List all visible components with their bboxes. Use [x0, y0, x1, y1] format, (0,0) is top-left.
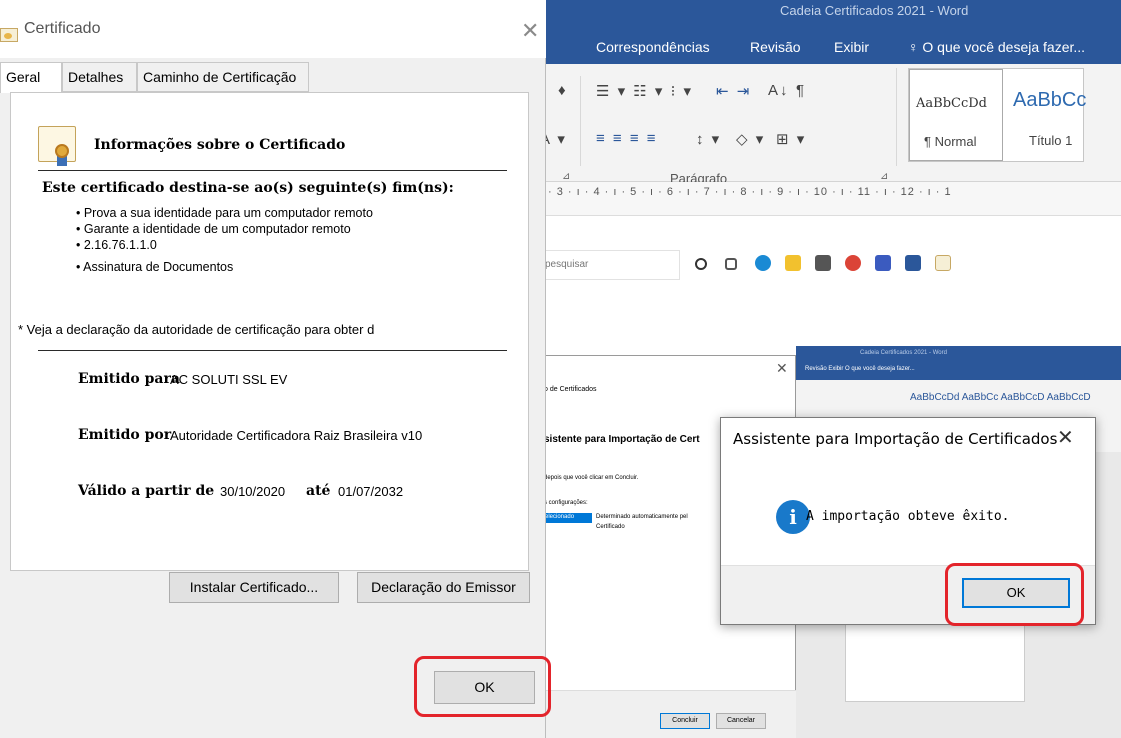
style-sample: AaBbCcDd — [916, 96, 987, 111]
word-menu-bar: Correspondências Revisão Exibir ♀ O que … — [540, 30, 1121, 64]
success-message: A importação obteve êxito. — [806, 509, 1010, 524]
close-icon[interactable]: ✕ — [521, 18, 539, 44]
certificate-icon — [0, 28, 18, 42]
inner-wizard-cert-cell: Certificado — [596, 524, 625, 530]
task-view-icon[interactable] — [725, 258, 737, 270]
mail-icon[interactable] — [815, 255, 831, 271]
valid-to-label: até — [306, 483, 331, 499]
file-explorer-icon[interactable] — [785, 255, 801, 271]
edge-icon[interactable] — [755, 255, 771, 271]
tab-detalhes[interactable]: Detalhes — [62, 62, 137, 92]
valid-from-label: Válido a partir de — [78, 483, 215, 499]
tell-me-label: O que você deseja fazer... — [922, 39, 1086, 55]
divider — [38, 350, 507, 351]
purpose-item: • Prova a sua identidade para um computa… — [76, 206, 373, 220]
inner-wizard-subtitle: o de Certificados — [544, 386, 597, 393]
tell-me-search[interactable]: ♀ O que você deseja fazer... — [908, 39, 1085, 55]
divider — [38, 170, 507, 171]
word-ribbon: ♦ A ▾ ☰ ▾ ☷ ▾ ⁝ ▾ ⇤ ⇥ A↓ ¶ ≡ ≡ ≡ ≡ ↕ ▾ ◇… — [540, 64, 1121, 186]
inner-wizard-selected-cell: Selecionado — [540, 513, 592, 523]
ribbon-separator — [580, 76, 581, 166]
menu-revisao[interactable]: Revisão — [750, 39, 801, 55]
issued-to-label: Emitido para — [78, 371, 180, 387]
purpose-item: • 2.16.76.1.1.0 — [76, 238, 157, 252]
menu-correspondencias[interactable]: Correspondências — [596, 39, 710, 55]
inner-wizard-config-label: s configurações: — [544, 500, 588, 506]
taskbar-search-input[interactable]: pesquisar — [540, 250, 680, 280]
lightbulb-icon: ♀ — [908, 39, 919, 55]
tab-geral[interactable]: Geral — [0, 62, 62, 93]
valid-to-value: 01/07/2032 — [338, 484, 404, 499]
style-titulo-name: Título 1 — [1029, 133, 1073, 148]
issued-by-value: Autoridade Certificadora Raiz Brasileira… — [170, 428, 423, 443]
inner-word-title: Cadeia Certificados 2021 - Word — [860, 350, 947, 356]
style-titulo-sample[interactable]: AaBbCc — [1013, 89, 1086, 112]
ca-statement-note: * Veja a declaração da autoridade de cer… — [18, 322, 375, 337]
ruler-marks: · 3 · ı · 4 · ı · 5 · ı · 6 · ı · 7 · ı … — [548, 186, 952, 198]
inner-cancelar-button: Cancelar — [716, 713, 766, 729]
align-buttons[interactable]: ≡ ≡ ≡ ≡ — [596, 130, 658, 147]
menu-exibir[interactable]: Exibir — [834, 39, 869, 55]
dialog-launcher-icon[interactable]: ⊿ — [562, 171, 570, 182]
styles-gallery: AaBbCcDd ¶ Normal AaBbCc Título 1 — [908, 68, 1086, 162]
success-dialog-title: Assistente para Importação de Certificad… — [733, 430, 1058, 448]
inner-word-header — [796, 346, 1121, 380]
valid-from-value: 30/10/2020 — [220, 484, 286, 499]
issuer-statement-button[interactable]: Declaração do Emissor — [357, 572, 530, 603]
cortana-icon[interactable] — [695, 258, 707, 270]
sort-icon[interactable]: A↓ — [768, 82, 790, 99]
certificate-dialog-title: Certificado — [24, 20, 101, 37]
inner-wizard-hint: depois que você clicar em Concluir. — [544, 475, 639, 481]
inner-styles: AaBbCcDd AaBbCc AaBbCcD AaBbCcD — [910, 392, 1091, 403]
certificate-info-heading: Informações sobre o Certificado — [94, 137, 346, 153]
inner-word-menu: Revisão Exibir O que você deseja fazer..… — [805, 366, 915, 372]
certificate-taskbar-icon[interactable] — [935, 255, 951, 271]
purpose-heading: Este certificado destina-se ao(s) seguin… — [42, 180, 454, 196]
app-icon[interactable] — [875, 255, 891, 271]
word-taskbar-icon[interactable] — [905, 255, 921, 271]
tab-caminho-certificacao[interactable]: Caminho de Certificação — [137, 62, 309, 92]
word-title: Cadeia Certificados 2021 - Word — [780, 3, 969, 18]
certificate-seal-icon — [55, 144, 69, 158]
list-buttons[interactable]: ☰ ▾ ☷ ▾ ⁝ ▾ — [596, 82, 693, 100]
highlight-annotation — [414, 656, 551, 717]
indent-icon[interactable]: ⇤ ⇥ — [716, 82, 751, 100]
highlight-annotation — [945, 563, 1084, 626]
inner-concluir-button: Concluir — [660, 713, 710, 729]
shading-icon[interactable]: ◇ ▾ — [736, 130, 765, 148]
info-icon: i — [776, 500, 810, 534]
style-normal[interactable]: AaBbCcDd ¶ Normal — [909, 69, 1003, 161]
purpose-item: • Garante a identidade de um computador … — [76, 222, 351, 236]
borders-icon[interactable]: ⊞ ▾ — [776, 130, 806, 148]
paragraph-mark-icon[interactable]: ¶ — [796, 82, 806, 99]
inner-wizard-detected-cell: Determinado automaticamente pel — [596, 514, 688, 520]
line-spacing-icon[interactable]: ↕ ▾ — [696, 130, 721, 148]
inner-wizard-close-icon: ✕ — [776, 360, 788, 376]
style-name: ¶ Normal — [924, 134, 977, 149]
close-icon[interactable]: ✕ — [1057, 425, 1074, 450]
inner-wizard-title: sistente para Importação de Cert — [544, 434, 700, 445]
dialog-launcher-icon[interactable]: ⊿ — [880, 171, 888, 182]
issued-to-value: AC SOLUTI SSL EV — [170, 372, 288, 387]
issued-by-label: Emitido por — [78, 427, 172, 443]
chrome-icon[interactable] — [845, 255, 861, 271]
ribbon-separator — [896, 68, 897, 166]
purpose-item: • Assinatura de Documentos — [76, 260, 234, 274]
install-certificate-button[interactable]: Instalar Certificado... — [169, 572, 339, 603]
format-painter-icon[interactable]: ♦ — [558, 82, 568, 99]
